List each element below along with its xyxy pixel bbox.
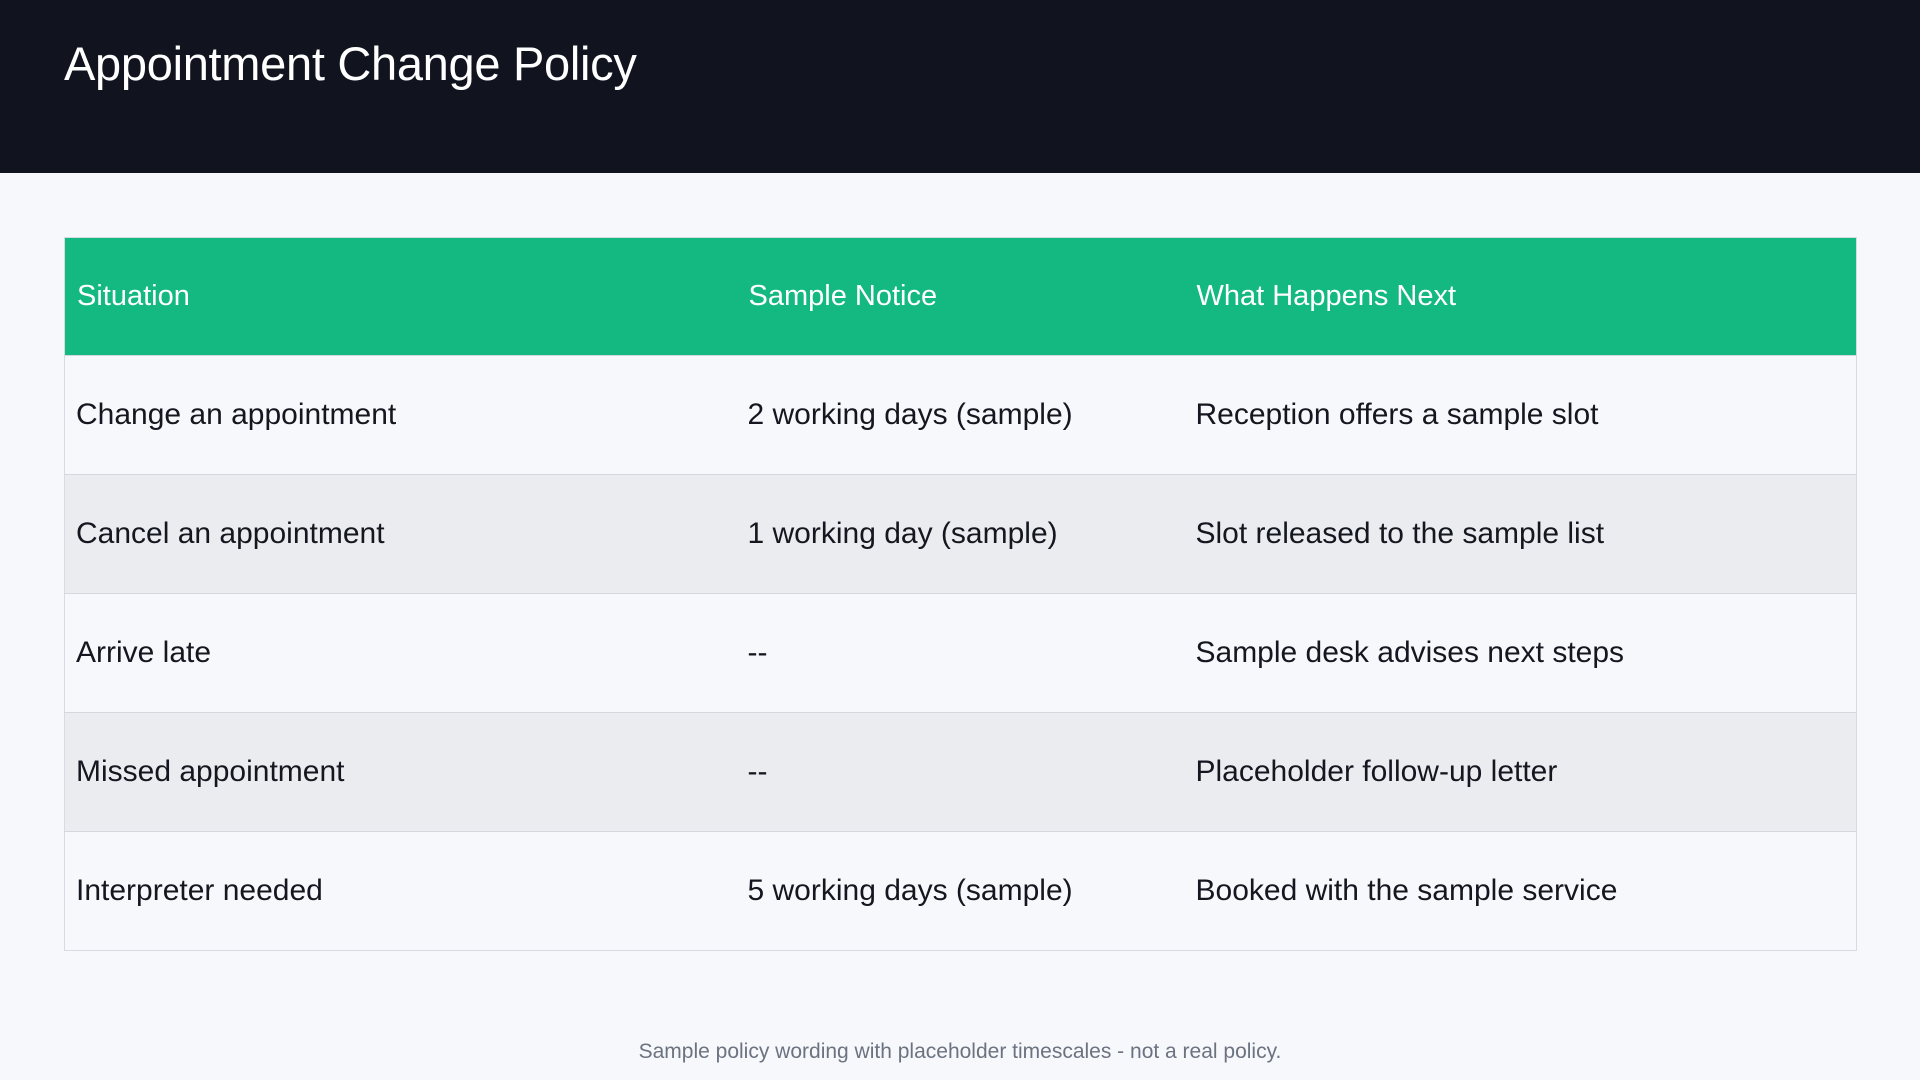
page-header: Appointment Change Policy	[0, 0, 1920, 173]
policy-table: Situation Sample Notice What Happens Nex…	[64, 237, 1857, 951]
next-step-cell: Sample desk advises next steps	[1184, 593, 1857, 713]
situation-cell: Cancel an appointment	[64, 474, 737, 594]
table-row: Arrive late -- Sample desk advises next …	[64, 593, 1857, 713]
next-step-cell: Reception offers a sample slot	[1184, 355, 1857, 475]
page-title: Appointment Change Policy	[64, 37, 637, 90]
table-row: Cancel an appointment 1 working day (sam…	[64, 474, 1857, 594]
table-row: Missed appointment -- Placeholder follow…	[64, 712, 1857, 832]
next-step-cell: Placeholder follow-up letter	[1184, 712, 1857, 832]
column-header-sample-notice: Sample Notice	[736, 237, 1185, 356]
situation-cell: Missed appointment	[64, 712, 737, 832]
notice-cell: --	[736, 712, 1185, 832]
footnote: Sample policy wording with placeholder t…	[638, 1040, 1282, 1063]
table-row: Interpreter needed 5 working days (sampl…	[64, 831, 1857, 951]
table-header-row: Situation Sample Notice What Happens Nex…	[64, 237, 1857, 356]
notice-cell: 5 working days (sample)	[736, 831, 1185, 951]
column-header-what-happens-next: What Happens Next	[1184, 237, 1857, 356]
situation-cell: Arrive late	[64, 593, 737, 713]
column-header-situation: Situation	[64, 237, 737, 356]
table-row: Change an appointment 2 working days (sa…	[64, 355, 1857, 475]
situation-cell: Change an appointment	[64, 355, 737, 475]
next-step-cell: Booked with the sample service	[1184, 831, 1857, 951]
next-step-cell: Slot released to the sample list	[1184, 474, 1857, 594]
situation-cell: Interpreter needed	[64, 831, 737, 951]
notice-cell: 1 working day (sample)	[736, 474, 1185, 594]
notice-cell: --	[736, 593, 1185, 713]
notice-cell: 2 working days (sample)	[736, 355, 1185, 475]
